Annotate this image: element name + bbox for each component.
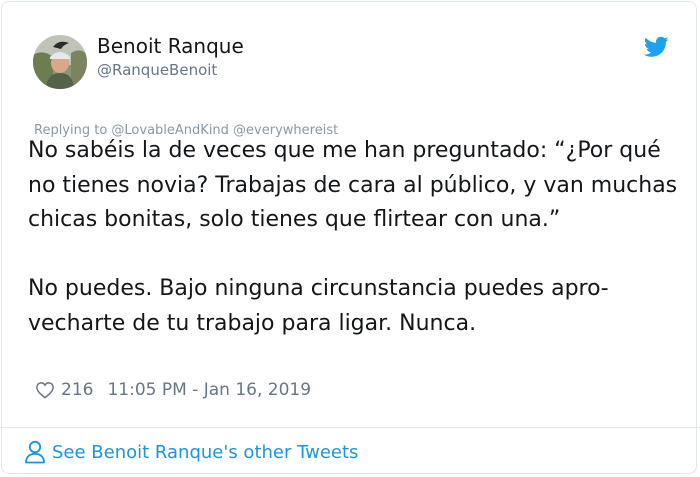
avatar[interactable] [33, 35, 87, 89]
author-handle[interactable]: @RanqueBenoit [97, 61, 217, 79]
author-name[interactable]: Benoit Ranque [97, 34, 244, 58]
tweet-meta: 216 11:05 PM - Jan 16, 2019 [35, 378, 311, 402]
tweet-text: No sabéis la de veces que me han pregunt… [28, 134, 688, 341]
heart-icon[interactable] [35, 380, 55, 400]
person-icon [25, 440, 45, 464]
avatar-photo [33, 35, 87, 89]
embedded-tweet-card: Benoit Ranque @RanqueBenoit Replying to … [1, 1, 697, 474]
divider [0, 427, 700, 428]
tweet-paragraph: No puedes. Bajo ninguna circunstancia pu… [28, 276, 609, 336]
see-other-tweets-label[interactable]: See Benoit Ranque's other Tweets [52, 442, 358, 463]
tweet-timestamp[interactable]: 11:05 PM - Jan 16, 2019 [107, 380, 311, 400]
tweet-paragraph: No sabéis la de veces que me han pregunt… [28, 138, 678, 232]
like-count[interactable]: 216 [61, 380, 93, 400]
twitter-bird-icon[interactable] [644, 36, 669, 58]
see-other-tweets-link[interactable]: See Benoit Ranque's other Tweets [24, 440, 358, 464]
